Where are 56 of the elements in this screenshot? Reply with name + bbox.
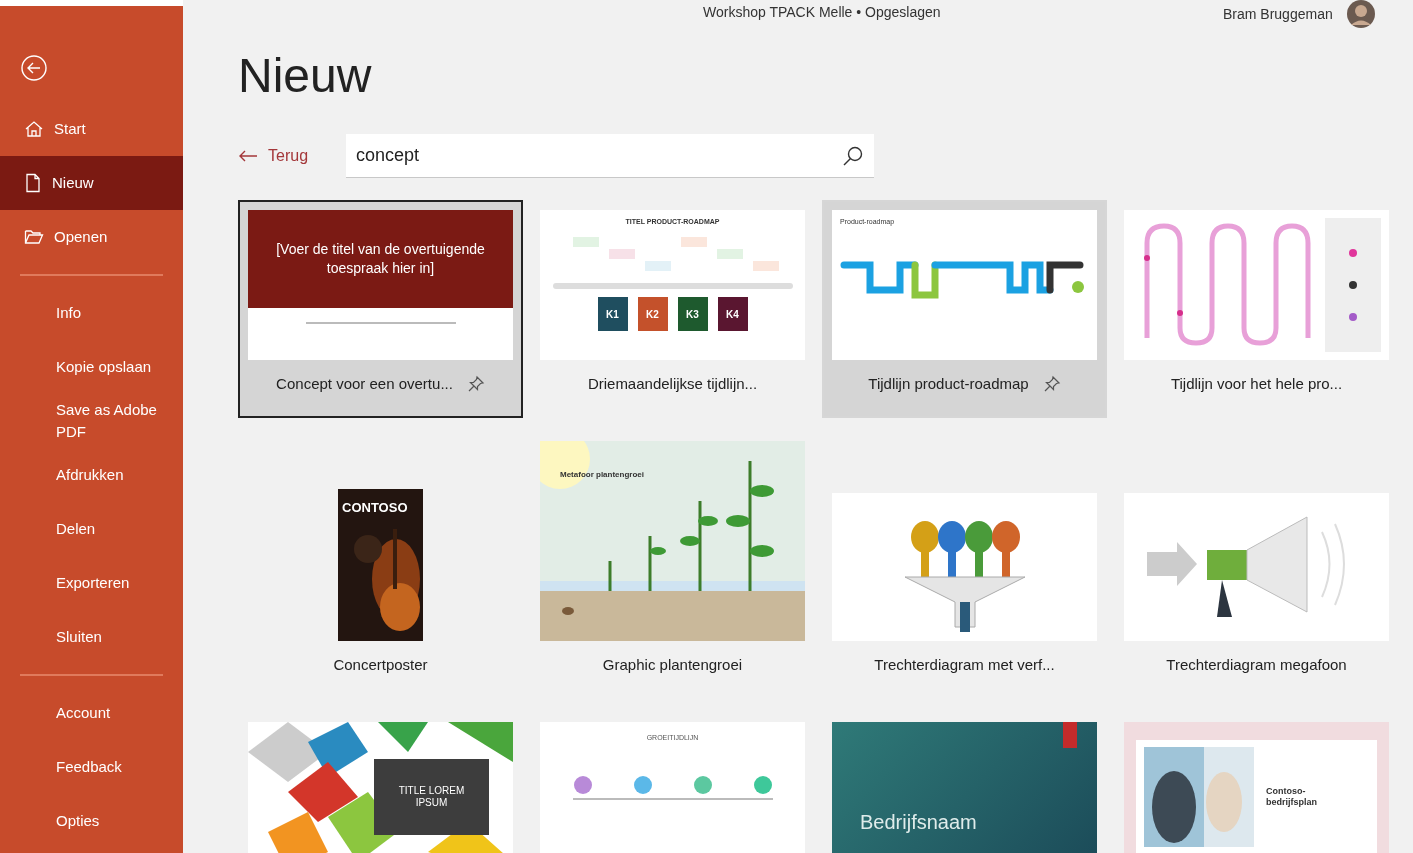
quarter-tag: K2 [637,297,668,331]
arrow-left-icon [238,149,258,163]
slide-title: TITLE LOREM IPSUM [397,784,466,810]
template-card[interactable]: Bedrijfsnaam [822,712,1107,853]
pin-icon[interactable] [466,375,485,393]
sidebar-item[interactable]: Info [0,286,183,340]
template-card[interactable]: Contoso-bedrijfsplan [1114,712,1399,853]
sidebar-item[interactable]: Feedback [0,740,183,794]
search-field[interactable]: concept [346,134,874,178]
sidebar-item[interactable]: Opties [0,794,183,848]
sidebar-item[interactable]: Sluiten [0,610,183,664]
template-card[interactable]: Tijdlijn voor het hele pro... [1114,200,1399,418]
ribbon-icon [1063,722,1077,748]
slide-title: [Voer de titel van de overtuigende toespraak hier in] [275,240,486,278]
template-card[interactable]: Trechterdiagram megafoon [1114,431,1399,699]
document-icon [24,173,42,193]
template-title: Trechterdiagram met verf... [874,654,1055,675]
pin-icon[interactable] [1042,375,1061,393]
back-button[interactable] [18,52,50,84]
template-card[interactable]: TITLE LOREM IPSUM [238,712,523,853]
template-title: Tijdlijn voor het hele pro... [1170,373,1343,394]
sidebar-item[interactable]: Kopie opslaan [0,340,183,394]
sidebar-item[interactable]: Exporteren [0,556,183,610]
sidebar-item[interactable]: Afdrukken [0,448,183,502]
avatar [1346,0,1375,28]
sidebar-item[interactable]: Nieuw [0,156,183,210]
slide-title: Contoso-bedrijfsplan [1266,785,1318,809]
template-card[interactable]: Metafoor plantengroei Graphic plantengroei [530,431,815,699]
poster-title: CONTOSO [342,501,408,514]
template-title: Trechterdiagram megafoon [1166,654,1347,675]
template-card[interactable]: Trechterdiagram met verf... [822,431,1107,699]
sidebar-item[interactable]: Openen [0,210,183,264]
quarter-tag: K1 [597,297,628,331]
template-title: Driemaandelijkse tijdlijn... [587,373,758,394]
page-title: Nieuw [238,48,373,104]
search-icon[interactable] [842,145,864,167]
sidebar-item[interactable]: Account [0,686,183,740]
back-icon [20,54,48,82]
template-title: Concept voor een overtu... [276,373,453,394]
template-card[interactable]: CONTOSO Concertposter [238,431,523,699]
template-title: Graphic plantengroei [602,654,743,675]
template-title: Concertposter [333,654,428,675]
quarter-tag: K4 [717,297,748,331]
sidebar-item[interactable]: Save as Adobe PDF [0,394,183,448]
template-title: Tijdlijn product-roadmap [868,373,1029,394]
quarter-tag: K3 [677,297,708,331]
user-name: Bram Bruggeman [1223,4,1333,24]
folder-icon [24,228,44,246]
sidebar-item[interactable]: Start [0,102,183,156]
template-card[interactable]: [Voer de titel van de overtuigende toespraak hier in] Concept voor een overtu... [238,200,523,418]
document-title: Workshop TPACK Melle • Opgeslagen [703,3,942,21]
slide-title: Bedrijfsnaam [859,812,978,835]
back-link[interactable]: Terug [238,144,326,168]
home-icon [24,119,44,139]
slide-title: Metafoor plantengroei [560,471,644,479]
sidebar-item[interactable]: Delen [0,502,183,556]
